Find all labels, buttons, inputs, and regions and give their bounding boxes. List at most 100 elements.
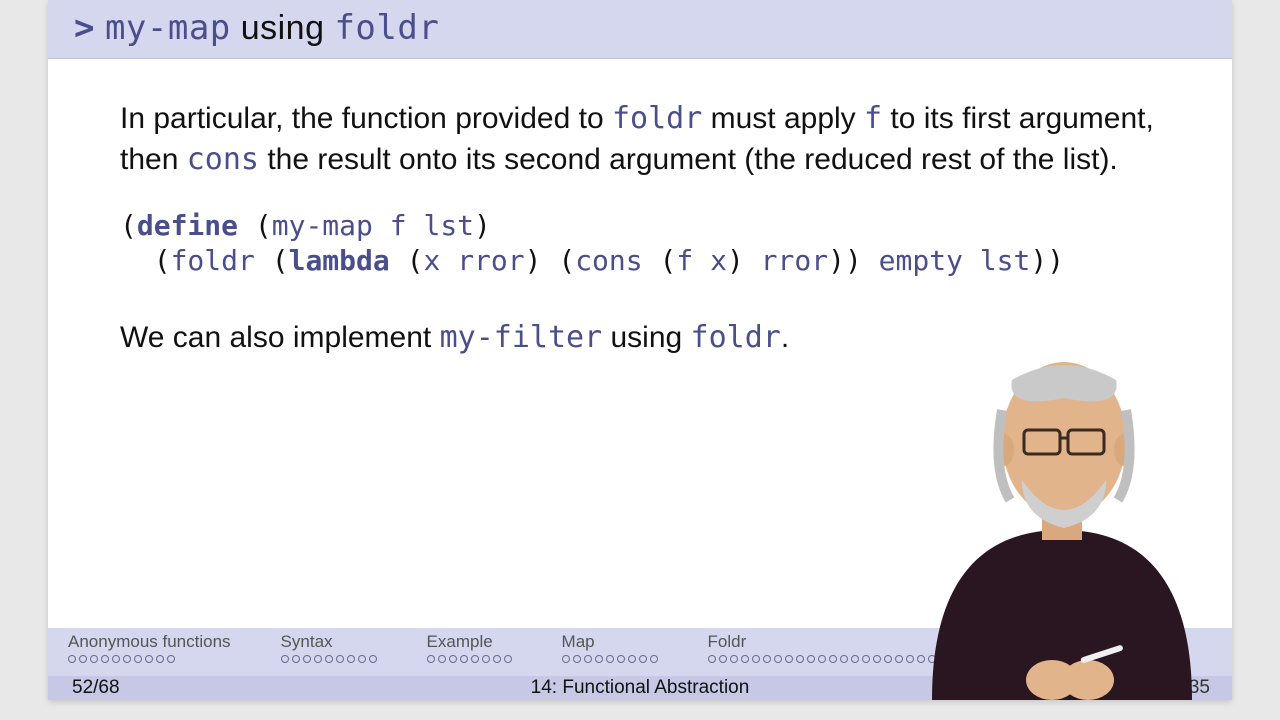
nav-dot[interactable] xyxy=(101,655,109,663)
nav-section-dots xyxy=(427,655,512,663)
nav-dot[interactable] xyxy=(961,655,969,663)
nav-dot[interactable] xyxy=(460,655,468,663)
slide: > my-map using foldr In particular, the … xyxy=(48,0,1232,700)
nav-dot[interactable] xyxy=(807,655,815,663)
code-foldr: foldr xyxy=(612,101,702,136)
nav-dot[interactable] xyxy=(983,655,991,663)
nav-dot[interactable] xyxy=(79,655,87,663)
title-prompt: > xyxy=(74,8,95,48)
nav-dot[interactable] xyxy=(281,655,289,663)
paragraph-1: In particular, the function provided to … xyxy=(120,99,1182,180)
nav-dot[interactable] xyxy=(873,655,881,663)
nav-dot[interactable] xyxy=(134,655,142,663)
nav-dot[interactable] xyxy=(906,655,914,663)
nav-dot[interactable] xyxy=(719,655,727,663)
nav-dot[interactable] xyxy=(1016,655,1024,663)
nav-dot[interactable] xyxy=(818,655,826,663)
nav-dot[interactable] xyxy=(741,655,749,663)
nav-dot[interactable] xyxy=(325,655,333,663)
nav-section[interactable]: Anonymous functions xyxy=(68,632,231,663)
nav-dot[interactable] xyxy=(895,655,903,663)
time-code: 1:35 xyxy=(1173,677,1210,699)
nav-dot[interactable] xyxy=(628,655,636,663)
nav-dot[interactable] xyxy=(1049,655,1057,663)
nav-section-label: Map xyxy=(562,632,658,652)
nav-section[interactable]: Foldr xyxy=(708,632,1057,663)
nav-dot[interactable] xyxy=(336,655,344,663)
nav-dot[interactable] xyxy=(994,655,1002,663)
nav-dot[interactable] xyxy=(112,655,120,663)
nav-dot[interactable] xyxy=(68,655,76,663)
nav-dot[interactable] xyxy=(939,655,947,663)
nav-section-label: Syntax xyxy=(281,632,377,652)
nav-dot[interactable] xyxy=(840,655,848,663)
nav-dot[interactable] xyxy=(708,655,716,663)
code-cons: cons xyxy=(187,142,259,177)
nav-dot[interactable] xyxy=(950,655,958,663)
nav-dot[interactable] xyxy=(562,655,570,663)
nav-dot[interactable] xyxy=(972,655,980,663)
nav-dot[interactable] xyxy=(763,655,771,663)
nav-section-dots xyxy=(281,655,377,663)
nav-dot[interactable] xyxy=(1005,655,1013,663)
nav-dot[interactable] xyxy=(156,655,164,663)
nav-dot[interactable] xyxy=(829,655,837,663)
nav-dot[interactable] xyxy=(584,655,592,663)
nav-section-dots xyxy=(562,655,658,663)
nav-dot[interactable] xyxy=(862,655,870,663)
nav-dot[interactable] xyxy=(427,655,435,663)
nav-dot[interactable] xyxy=(369,655,377,663)
slide-title-bar: > my-map using foldr xyxy=(48,0,1232,59)
nav-dot[interactable] xyxy=(752,655,760,663)
nav-dot[interactable] xyxy=(606,655,614,663)
nav-dot[interactable] xyxy=(1027,655,1035,663)
nav-dot[interactable] xyxy=(917,655,925,663)
nav-dot[interactable] xyxy=(482,655,490,663)
nav-dot[interactable] xyxy=(785,655,793,663)
nav-dot[interactable] xyxy=(595,655,603,663)
nav-section-label: Anonymous functions xyxy=(68,632,231,652)
nav-dot[interactable] xyxy=(639,655,647,663)
nav-dot[interactable] xyxy=(358,655,366,663)
nav-section-dots xyxy=(708,655,1057,663)
nav-dot[interactable] xyxy=(730,655,738,663)
nav-section[interactable]: Example xyxy=(427,632,512,663)
nav-dot[interactable] xyxy=(493,655,501,663)
code-my-filter: my-filter xyxy=(440,320,603,355)
slide-body: In particular, the function provided to … xyxy=(48,59,1232,359)
nav-dot[interactable] xyxy=(292,655,300,663)
section-nav: Anonymous functions Syntax Example Map Foldr xyxy=(48,628,1232,676)
nav-dot[interactable] xyxy=(471,655,479,663)
nav-dot[interactable] xyxy=(449,655,457,663)
nav-section-dots xyxy=(68,655,231,663)
nav-dot[interactable] xyxy=(90,655,98,663)
nav-dot[interactable] xyxy=(1038,655,1046,663)
nav-dot[interactable] xyxy=(314,655,322,663)
footer-bar: 52/68 14: Functional Abstraction 1:35 xyxy=(48,676,1232,700)
nav-dot[interactable] xyxy=(617,655,625,663)
nav-dot[interactable] xyxy=(347,655,355,663)
nav-dot[interactable] xyxy=(884,655,892,663)
nav-dot[interactable] xyxy=(123,655,131,663)
nav-dot[interactable] xyxy=(650,655,658,663)
nav-dot[interactable] xyxy=(504,655,512,663)
nav-dot[interactable] xyxy=(303,655,311,663)
nav-dot[interactable] xyxy=(928,655,936,663)
nav-section[interactable]: Syntax xyxy=(281,632,377,663)
nav-dot[interactable] xyxy=(573,655,581,663)
nav-section-label: Foldr xyxy=(708,632,1057,652)
code-f: f xyxy=(864,101,882,136)
nav-dot[interactable] xyxy=(774,655,782,663)
nav-dot[interactable] xyxy=(438,655,446,663)
nav-section[interactable]: Map xyxy=(562,632,658,663)
title-code-2: foldr xyxy=(334,8,439,48)
lecture-title: 14: Functional Abstraction xyxy=(48,677,1232,699)
nav-dot[interactable] xyxy=(145,655,153,663)
code-foldr-2: foldr xyxy=(691,320,781,355)
title-using: using xyxy=(231,9,335,47)
nav-dot[interactable] xyxy=(796,655,804,663)
nav-section-label: Example xyxy=(427,632,512,652)
nav-dot[interactable] xyxy=(851,655,859,663)
nav-dot[interactable] xyxy=(167,655,175,663)
paragraph-2: We can also implement my-filter using fo… xyxy=(120,318,1182,359)
